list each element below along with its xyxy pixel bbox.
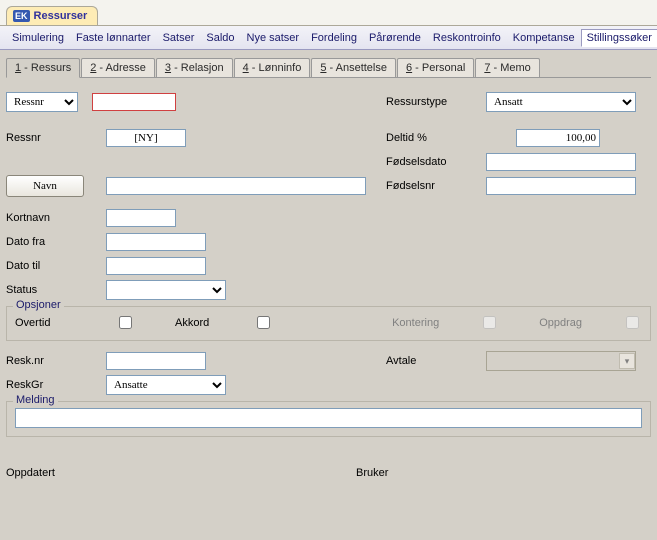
ressnr2-input[interactable]: [106, 129, 186, 147]
bruker-label: Bruker: [356, 467, 456, 479]
status-select[interactable]: [106, 280, 226, 300]
ressurstype-label: Ressurstype: [386, 96, 486, 108]
work-area: 1 - Ressurs2 - Adresse3 - Relasjon4 - Lø…: [0, 50, 657, 540]
oppdatert-label: Oppdatert: [6, 467, 106, 479]
datofra-label: Dato fra: [6, 236, 106, 248]
chevron-down-icon: ▾: [619, 353, 635, 369]
title-bar: EK Ressurser: [0, 0, 657, 26]
tab-personal[interactable]: 6 - Personal: [397, 58, 474, 77]
menu-item-reskontroinfo[interactable]: Reskontroinfo: [427, 29, 507, 47]
resknr-input[interactable]: [106, 352, 206, 370]
kortnavn-label: Kortnavn: [6, 212, 106, 224]
opsjoner-legend: Opsjoner: [13, 299, 64, 311]
datofra-input[interactable]: [106, 233, 206, 251]
tab-memo[interactable]: 7 - Memo: [475, 58, 539, 77]
menu-item-nye satser[interactable]: Nye satser: [241, 29, 306, 47]
menu-item-pårørende[interactable]: Pårørende: [363, 29, 427, 47]
menu-bar: SimuleringFaste lønnarterSatserSaldoNye …: [0, 26, 657, 50]
fodselsnr-input[interactable]: [486, 177, 636, 195]
app-logo: EK: [13, 10, 30, 22]
tab-relasjon[interactable]: 3 - Relasjon: [156, 58, 233, 77]
tab-adresse[interactable]: 2 - Adresse: [81, 58, 155, 77]
menu-item-saldo[interactable]: Saldo: [200, 29, 240, 47]
melding-group: Melding: [6, 401, 651, 437]
datotil-input[interactable]: [106, 257, 206, 275]
deltid-input[interactable]: [516, 129, 600, 147]
fodselsdato-input[interactable]: [486, 153, 636, 171]
melding-legend: Melding: [13, 394, 58, 406]
oppdrag-label: Oppdrag: [539, 317, 582, 329]
ressnr-combo[interactable]: Ressnr: [6, 92, 78, 112]
overtid-checkbox[interactable]: [119, 316, 132, 329]
reskgr-label: ReskGr: [6, 379, 106, 391]
fodselsnr-label: Fødselsnr: [386, 180, 486, 192]
overtid-label: Overtid: [15, 317, 105, 329]
menu-item-simulering[interactable]: Simulering: [6, 29, 70, 47]
menu-item-satser[interactable]: Satser: [157, 29, 201, 47]
avtale-select-disabled: ▾: [486, 351, 636, 371]
ressurstype-select[interactable]: Ansatt: [486, 92, 636, 112]
melding-input[interactable]: [15, 408, 642, 428]
oppdrag-checkbox: [626, 316, 639, 329]
navn-button[interactable]: Navn: [6, 175, 84, 197]
menu-item-stillingssøker[interactable]: Stillingssøker: [581, 29, 657, 47]
datotil-label: Dato til: [6, 260, 106, 272]
status-label: Status: [6, 284, 106, 296]
app-title: Ressurser: [34, 10, 88, 22]
akkord-label: Akkord: [175, 317, 209, 329]
menu-item-kompetanse[interactable]: Kompetanse: [507, 29, 581, 47]
menu-item-faste lønnarter[interactable]: Faste lønnarter: [70, 29, 157, 47]
kontering-checkbox: [483, 316, 496, 329]
navn-input[interactable]: [106, 177, 366, 195]
ressnr2-label: Ressnr: [6, 132, 106, 144]
resknr-label: Resk.nr: [6, 355, 106, 367]
form-panel: Ressnr Ressurstype Ansatt Ressnr Deltid …: [6, 78, 651, 485]
ressnr-input[interactable]: [92, 93, 176, 111]
reskgr-select[interactable]: Ansatte: [106, 375, 226, 395]
tab-lønninfo[interactable]: 4 - Lønninfo: [234, 58, 311, 77]
kortnavn-input[interactable]: [106, 209, 176, 227]
avtale-label: Avtale: [386, 355, 486, 367]
deltid-label: Deltid %: [386, 132, 486, 144]
tab-ansettelse[interactable]: 5 - Ansettelse: [311, 58, 396, 77]
akkord-checkbox[interactable]: [257, 316, 270, 329]
app-title-tab: EK Ressurser: [6, 6, 98, 25]
opsjoner-group: Opsjoner Overtid Akkord Kontering Oppdra…: [6, 306, 651, 341]
kontering-label: Kontering: [392, 317, 439, 329]
menu-item-fordeling[interactable]: Fordeling: [305, 29, 363, 47]
fodselsdato-label: Fødselsdato: [386, 156, 486, 168]
tab-ressurs[interactable]: 1 - Ressurs: [6, 58, 80, 78]
tab-strip: 1 - Ressurs2 - Adresse3 - Relasjon4 - Lø…: [6, 56, 651, 78]
